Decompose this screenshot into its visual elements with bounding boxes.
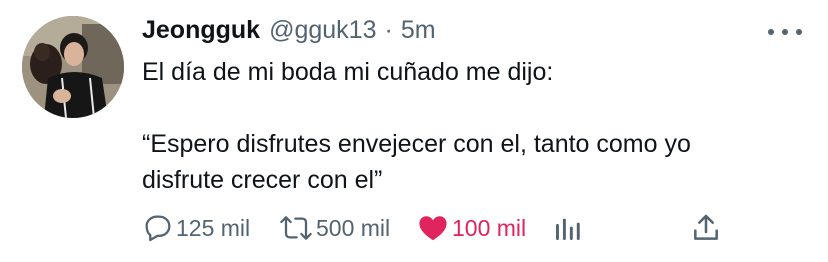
retweet-icon bbox=[280, 216, 312, 240]
avatar[interactable] bbox=[22, 16, 124, 118]
heart-icon bbox=[419, 216, 447, 241]
tweet-header: Jeongguk @gguk13 · 5m bbox=[142, 16, 436, 50]
tweet-text-line: disfrute crecer con el” bbox=[142, 166, 383, 194]
separator-dot: · bbox=[384, 16, 393, 44]
like-button[interactable]: 100 mil bbox=[416, 208, 526, 248]
author-name[interactable]: Jeongguk bbox=[142, 16, 260, 45]
tweet-text-line: “Espero disfrutes envejecer con el, tant… bbox=[142, 130, 691, 158]
retweet-count: 500 mil bbox=[316, 214, 391, 241]
more-icon[interactable] bbox=[768, 20, 802, 44]
share-icon bbox=[694, 214, 718, 240]
action-bar: 125 mil 500 mil 100 mil bbox=[142, 208, 812, 248]
reply-count: 125 mil bbox=[176, 214, 251, 241]
share-button[interactable] bbox=[690, 208, 722, 248]
timestamp[interactable]: 5m bbox=[401, 16, 436, 45]
tweet[interactable]: Jeongguk @gguk13 · 5m El día de mi boda … bbox=[0, 0, 828, 262]
tweet-text: El día de mi boda mi cuñado me dijo: “Es… bbox=[142, 54, 802, 198]
analytics-icon bbox=[556, 218, 580, 240]
analytics-button[interactable] bbox=[552, 208, 584, 248]
like-count: 100 mil bbox=[452, 214, 527, 241]
reply-button[interactable]: 125 mil bbox=[142, 208, 250, 248]
reply-icon bbox=[145, 215, 171, 242]
retweet-button[interactable]: 500 mil bbox=[278, 208, 390, 248]
tweet-text-line: El día de mi boda mi cuñado me dijo: bbox=[142, 58, 554, 86]
author-handle[interactable]: @gguk13 bbox=[269, 16, 376, 45]
avatar-image bbox=[22, 16, 124, 118]
